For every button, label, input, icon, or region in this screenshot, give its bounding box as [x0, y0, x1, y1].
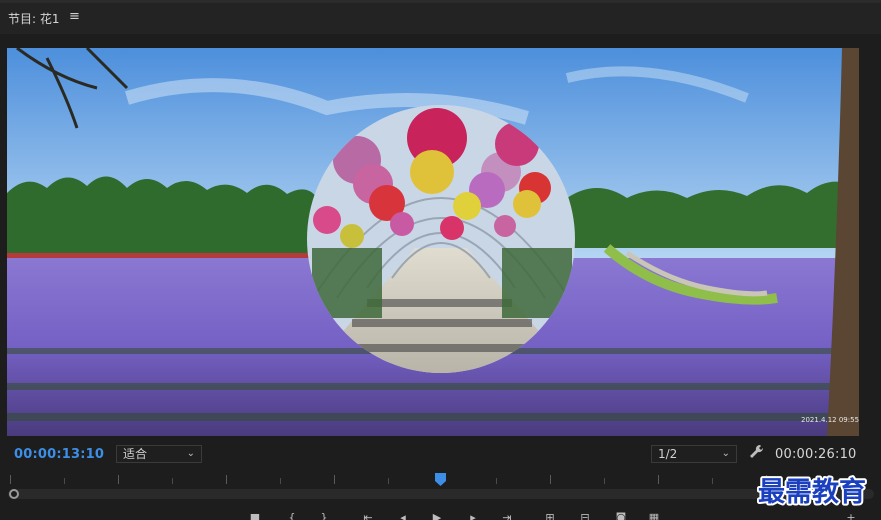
ruler-tick: [658, 475, 659, 484]
playback-resolution-value: 1/2: [658, 447, 678, 461]
ruler-tick: [604, 478, 605, 484]
ruler-tick: [10, 475, 11, 484]
ruler-tick: [550, 475, 551, 484]
go-to-out-icon[interactable]: ⇥: [500, 511, 514, 520]
zoom-fit-dropdown[interactable]: 适合 ⌄: [116, 445, 202, 463]
mark-in-icon[interactable]: {: [285, 511, 299, 520]
play-icon[interactable]: ▶: [430, 511, 444, 520]
chevron-down-icon: ⌄: [186, 448, 195, 459]
export-frame-icon[interactable]: ◙: [614, 511, 628, 520]
video-timestamp-overlay: 2021.4.12 09:55: [801, 416, 859, 424]
hamburger-menu-icon[interactable]: ≡: [69, 9, 80, 24]
stop-icon[interactable]: ■: [248, 511, 262, 520]
step-back-icon[interactable]: ◂: [396, 511, 410, 520]
panel-header: 节目: 花1 ≡: [0, 0, 881, 34]
zoom-fit-value: 适合: [123, 447, 148, 461]
watermark-logo: 最需教育 最需教育: [757, 474, 868, 507]
viewer-controls: 00:00:13:10 适合 ⌄ 1/2 ⌄ 00:00:26:10: [0, 440, 881, 470]
ruler-tick: [712, 478, 713, 484]
comparison-view-icon[interactable]: ▦: [647, 511, 661, 520]
ruler-tick: [64, 478, 65, 484]
add-button-icon[interactable]: +: [844, 511, 858, 520]
playhead-marker[interactable]: [435, 473, 446, 486]
panel-title: 节目: 花1: [8, 12, 60, 26]
svg-text:最需教育: 最需教育: [758, 476, 866, 507]
mark-out-icon[interactable]: }: [317, 511, 331, 520]
chevron-down-icon: ⌄: [721, 448, 730, 459]
lift-icon[interactable]: ⊞: [543, 511, 557, 520]
video-frame: 2021.4.12 09:55: [7, 48, 859, 436]
current-timecode[interactable]: 00:00:13:10: [14, 447, 104, 462]
ruler-tick: [388, 478, 389, 484]
ruler-tick: [118, 475, 119, 484]
playback-resolution-dropdown[interactable]: 1/2 ⌄: [651, 445, 737, 463]
ruler-tick: [172, 478, 173, 484]
ruler-tick: [496, 478, 497, 484]
ruler-tick: [334, 475, 335, 484]
total-duration-timecode: 00:00:26:10: [775, 447, 857, 462]
wrench-icon[interactable]: [749, 444, 765, 462]
ruler-tick: [280, 478, 281, 484]
zoom-scrollbar-handle[interactable]: [9, 489, 19, 499]
program-monitor-viewer[interactable]: 2021.4.12 09:55: [7, 48, 859, 436]
go-to-in-icon[interactable]: ⇤: [361, 511, 375, 520]
step-forward-icon[interactable]: ▸: [466, 511, 480, 520]
zoom-scrollbar[interactable]: [8, 489, 874, 499]
transport-controls: ■ { } ⇤ ◂ ▶ ▸ ⇥ ⊞ ⊟ ◙ ▦ +: [0, 505, 881, 520]
extract-icon[interactable]: ⊟: [578, 511, 592, 520]
ruler-tick: [226, 475, 227, 484]
